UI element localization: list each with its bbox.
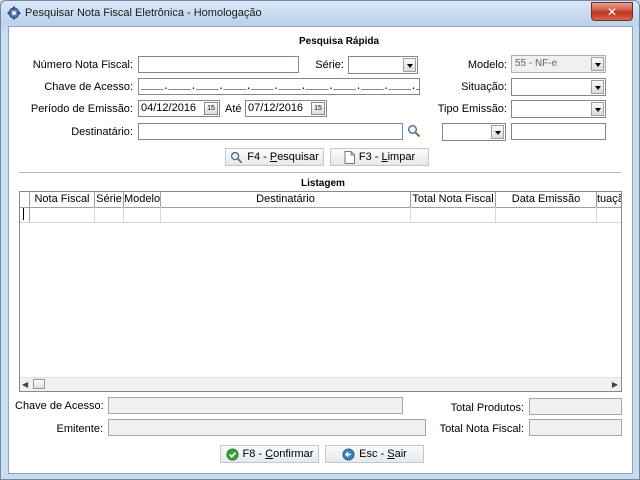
check-circle-icon (225, 447, 239, 461)
app-gear-icon (7, 6, 21, 20)
situacao-label: Situação: (461, 81, 507, 93)
destinatario-input[interactable] (138, 123, 403, 140)
ate-label: Até (225, 103, 242, 115)
col-destinatario[interactable]: Destinatário (161, 192, 411, 207)
total-produtos-label: Total Produtos: (450, 402, 524, 414)
numero-nf-label: Número Nota Fiscal: (32, 59, 133, 71)
document-number-input[interactable] (511, 123, 606, 140)
table-row[interactable] (20, 207, 621, 223)
col-serie[interactable]: Série (95, 192, 124, 207)
search-icon[interactable] (407, 124, 421, 138)
chevron-down-icon[interactable] (491, 125, 504, 139)
tipo-emissao-select[interactable] (511, 100, 606, 118)
col-data-emissao[interactable]: Data Emissão (496, 192, 597, 207)
search-icon (231, 151, 243, 163)
modelo-select[interactable]: 55 - NF-e (511, 55, 606, 73)
calendar-icon[interactable]: 15 (204, 102, 218, 115)
calendar-icon[interactable]: 15 (311, 102, 325, 115)
close-icon: ✕ (606, 4, 618, 19)
row-selector[interactable] (20, 207, 30, 222)
footer-chave-label: Chave de Acesso: (15, 400, 104, 412)
chave-acesso-label: Chave de Acesso: (44, 81, 133, 93)
modelo-label: Modelo: (467, 59, 507, 71)
blank-document-icon (344, 150, 355, 164)
scrollbar-thumb[interactable] (33, 379, 45, 389)
destinatario-label: Destinatário: (71, 126, 133, 138)
col-nota-fiscal[interactable]: Nota Fiscal (30, 192, 95, 207)
serie-label: Série: (315, 59, 344, 71)
emitente-label: Emitente: (56, 423, 103, 435)
numero-nf-input[interactable] (138, 56, 299, 73)
limpar-button[interactable]: F3 - Limpar (330, 148, 429, 166)
emitente-field (108, 419, 426, 436)
dialog-body: Pesquisa Rápida Número Nota Fiscal: Séri… (8, 26, 633, 474)
window-title: Pesquisar Nota Fiscal Eletrônica - Homol… (25, 7, 262, 19)
listing-title: Listagem (301, 178, 345, 189)
row-selector-header (20, 192, 30, 207)
total-produtos-field (529, 398, 622, 415)
chevron-down-icon[interactable] (591, 57, 604, 71)
tipo-emissao-label: Tipo Emissão: (437, 103, 507, 115)
footer-chave-field (108, 397, 403, 414)
close-button[interactable]: ✕ (591, 2, 633, 21)
chevron-down-icon[interactable] (591, 102, 604, 116)
serie-select[interactable] (348, 56, 418, 74)
chevron-down-icon[interactable] (591, 80, 604, 94)
text-cursor (23, 208, 24, 220)
scroll-left-icon[interactable]: ◀ (22, 380, 28, 389)
col-total-nota-fiscal[interactable]: Total Nota Fiscal (411, 192, 496, 207)
dialog-window: Pesquisar Nota Fiscal Eletrônica - Homol… (0, 0, 640, 480)
document-type-select[interactable] (442, 123, 506, 141)
pesquisar-button[interactable]: F4 - Pesquisar (225, 148, 324, 166)
chave-acesso-input[interactable]: ____.____.____.____.____.____.____.____.… (138, 78, 420, 95)
total-nf-label: Total Nota Fiscal: (439, 423, 524, 435)
sair-button[interactable]: Esc - Sair (325, 445, 424, 463)
chevron-down-icon[interactable] (403, 58, 416, 72)
quick-search-title: Pesquisa Rápida (299, 36, 380, 47)
horizontal-scrollbar[interactable]: ◀ ▶ (20, 377, 621, 391)
confirmar-button[interactable]: F8 - Confirmar (220, 445, 319, 463)
col-situacao[interactable]: tuaçã (597, 192, 621, 207)
grid-header: Nota Fiscal Série Modelo Destinatário To… (20, 192, 621, 208)
date-from-input[interactable]: 04/12/2016 15 (138, 100, 220, 117)
scroll-right-icon[interactable]: ▶ (612, 380, 618, 389)
date-to-input[interactable]: 07/12/2016 15 (245, 100, 327, 117)
results-grid[interactable]: Nota Fiscal Série Modelo Destinatário To… (19, 191, 622, 392)
exit-arrow-icon (342, 447, 355, 461)
col-modelo[interactable]: Modelo (124, 192, 161, 207)
situacao-select[interactable] (511, 78, 606, 96)
section-divider (19, 172, 621, 173)
periodo-emissao-label: Período de Emissão: (30, 103, 133, 115)
title-bar[interactable]: Pesquisar Nota Fiscal Eletrônica - Homol… (1, 1, 639, 25)
total-nf-field (529, 419, 622, 436)
